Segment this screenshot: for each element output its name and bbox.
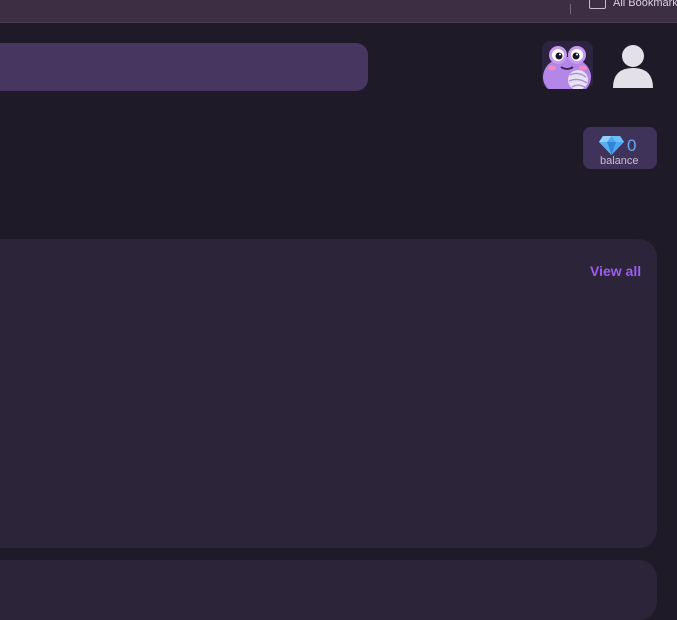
search-input[interactable] [0, 43, 368, 91]
bookmarks-separator [570, 4, 571, 14]
secondary-panel [0, 560, 657, 620]
balance-label: balance [600, 155, 639, 167]
bookmarks-bar: All Bookmarks [0, 0, 677, 23]
user-icon[interactable] [612, 44, 654, 90]
view-all-link[interactable]: View all [590, 263, 641, 279]
folder-icon [589, 0, 606, 9]
gem-icon [599, 135, 624, 155]
content-panel [0, 239, 657, 548]
all-bookmarks-link[interactable]: All Bookmarks [613, 0, 677, 9]
balance-value: 0 [627, 136, 637, 155]
frog-avatar-icon[interactable] [542, 41, 593, 89]
